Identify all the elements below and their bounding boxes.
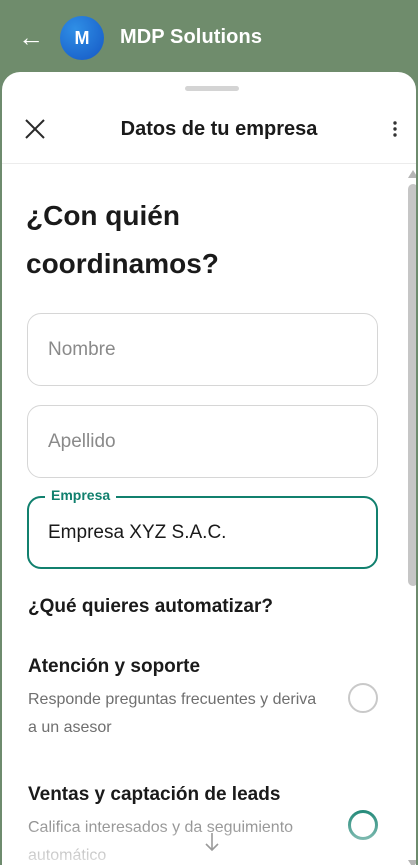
automation-title: ¿Qué quieres automatizar? [28,596,273,617]
more-vertical-icon[interactable] [387,116,403,142]
bottom-sheet: Datos de tu empresa ¿Con quién coordinam… [2,72,416,865]
nombre-field[interactable] [27,313,378,386]
apellido-field[interactable] [27,405,378,478]
scroll-up-icon[interactable] [408,170,416,178]
sheet-header: Datos de tu empresa [2,100,416,164]
empresa-label: Empresa [45,487,117,503]
option-radio[interactable] [348,683,378,713]
arrow-left-icon[interactable]: ← [18,22,44,52]
avatar: M [60,16,104,60]
nombre-input[interactable] [48,336,348,364]
scrollbar-thumb[interactable] [408,184,416,586]
option-radio[interactable] [348,810,378,840]
empresa-input[interactable] [48,519,348,547]
app-title: MDP Solutions [120,26,263,48]
sheet-grabber[interactable] [185,86,239,91]
scrollbar[interactable] [406,170,416,865]
scroll-down-icon[interactable] [408,860,416,865]
option-description: Responde preguntas frecuentes y deriva a… [28,691,317,736]
arrow-down-icon[interactable] [202,830,222,854]
sheet-title: Datos de tu empresa [120,118,318,140]
empresa-field[interactable]: Empresa [27,487,378,569]
option-description: Califica interesados y da seguimiento au… [28,819,294,864]
form-heading: ¿Con quién coordinamos? [26,200,219,279]
apellido-input[interactable] [48,428,348,456]
option-title: Ventas y captación de leads [28,784,281,805]
avatar-letter: M [74,27,90,48]
app-header: ← M MDP Solutions [0,0,418,80]
option-title: Atención y soporte [28,656,201,677]
